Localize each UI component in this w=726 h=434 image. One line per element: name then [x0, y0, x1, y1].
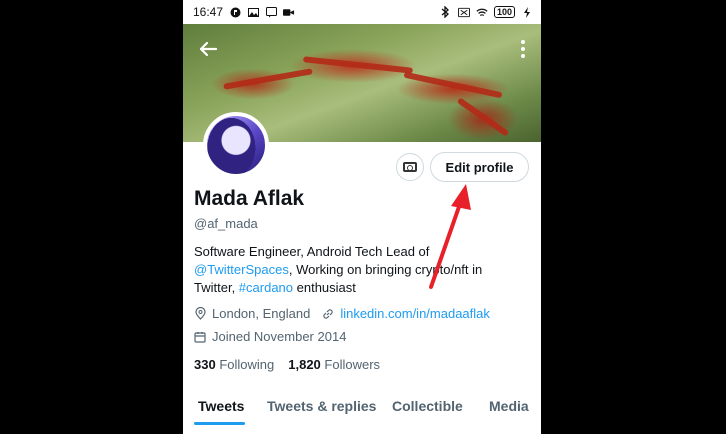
edit-profile-button[interactable]: Edit profile [430, 152, 529, 182]
battery-icon: 100 [493, 6, 515, 18]
back-arrow-icon[interactable] [195, 38, 221, 64]
profile-location: London, England [212, 306, 311, 321]
more-options-icon[interactable] [515, 38, 531, 64]
chat-icon [265, 6, 277, 18]
charging-icon [521, 6, 533, 18]
camera-icon [403, 162, 417, 172]
profile-tabs: Tweets Tweets & replies Collectible Medi… [183, 392, 541, 434]
wifi-icon [476, 6, 488, 18]
location-pin-icon [194, 307, 206, 320]
profile-bio: Software Engineer, Android Tech Lead of … [194, 243, 524, 297]
profile-name: Mada Aflak [194, 187, 305, 210]
profile-website-link[interactable]: linkedin.com/in/madaaflak [340, 306, 490, 321]
followers-label: Followers [324, 357, 381, 372]
follow-stats: 330 Following 1,820 Followers [194, 357, 380, 372]
bio-text: Software Engineer, Android Tech Lead of [194, 244, 430, 259]
bluetooth-icon [440, 6, 452, 18]
active-tab-indicator [194, 422, 245, 425]
bio-hashtag-link[interactable]: #cardano [239, 280, 293, 295]
profile-joined: Joined November 2014 [212, 329, 347, 344]
tab-tweets[interactable]: Tweets [198, 392, 244, 414]
followers-count: 1,820 [288, 357, 321, 372]
following-link[interactable]: 330 Following [194, 357, 274, 372]
app-notification-icon [229, 6, 241, 18]
bio-mention-link[interactable]: @TwitterSpaces [194, 262, 289, 277]
tab-tweets-and-replies[interactable]: Tweets & replies [267, 392, 376, 414]
video-camera-icon [283, 6, 295, 18]
banner-ant-chain [456, 97, 510, 137]
camera-button[interactable] [396, 153, 424, 181]
status-bar-right: 100 [440, 6, 533, 18]
gallery-icon [247, 6, 259, 18]
status-bar: 16:47 100 [183, 0, 541, 24]
followers-link[interactable]: 1,820 Followers [288, 357, 380, 372]
banner-ant-chain [223, 68, 313, 90]
calendar-icon [194, 331, 206, 343]
following-count: 330 [194, 357, 216, 372]
banner-ant-chain [403, 71, 503, 99]
tab-media[interactable]: Media [489, 392, 529, 414]
status-time: 16:47 [193, 5, 224, 19]
status-bar-left: 16:47 [193, 5, 295, 19]
following-label: Following [219, 357, 275, 372]
joined-row: Joined November 2014 [194, 329, 346, 344]
link-icon [322, 308, 334, 320]
banner-ant-chain [302, 56, 414, 74]
phone-screen: 16:47 100 Edit profile Mada Aflak @af_ma… [183, 0, 541, 434]
location-website-row: London, England linkedin.com/in/madaafla… [194, 306, 490, 321]
tab-collectible[interactable]: Collectible [392, 392, 463, 414]
profile-handle: @af_mada [194, 216, 258, 231]
bio-text: enthusiast [293, 280, 356, 295]
sim-card-icon [457, 6, 470, 18]
avatar[interactable] [203, 112, 269, 178]
